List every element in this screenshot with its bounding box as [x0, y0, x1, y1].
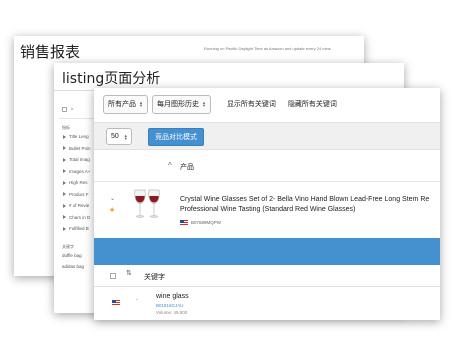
sidebar-item[interactable]: Bullet Poin [59, 146, 99, 158]
show-all-keywords-link[interactable]: 显示所有关键词 [227, 99, 276, 109]
sidebar-keyword[interactable]: adidas bag [59, 264, 99, 275]
sidebar-header: ^ [59, 93, 99, 119]
keyword-asin-link[interactable]: B01816GJAU [156, 303, 184, 308]
keyword-column-header: ⇅ 关键字 [94, 265, 440, 287]
us-flag-icon [180, 220, 188, 225]
caret-right-icon [63, 226, 66, 231]
sales-report-title: 销售报表 [20, 43, 81, 61]
keyword-select-all-checkbox[interactable] [110, 273, 116, 279]
product-header-label: 产品 [180, 164, 194, 171]
caret-right-icon [63, 215, 66, 220]
product-title-line2[interactable]: Professional Wine Tasting (Standard Red … [180, 206, 355, 213]
caret-right-icon [63, 146, 66, 151]
sidebar-keyword[interactable]: duffle bag [59, 253, 99, 264]
monthly-history-dropdown[interactable]: 每月图形历史 ▲ ▼ [151, 94, 211, 114]
sidebar-item[interactable]: Total Imag [59, 157, 99, 169]
sort-carets-icon: ▲ ▼ [123, 132, 128, 141]
action-bar: 50 ▲ ▼ 竞品对比模式 [94, 122, 440, 150]
sort-carets-icon: ▲ ▼ [201, 100, 206, 108]
product-column-header: ^ 产品 [94, 150, 440, 182]
sidebar-item[interactable]: Fulfilled B [59, 226, 99, 238]
keyword-volume: Volume: 49,500 [156, 310, 188, 315]
chevron-up-icon[interactable]: ^ [168, 161, 172, 170]
filter-toolbar: 所有产品 ▲ ▼ 每月图形历史 ▲ ▼ 显示所有关键词 隐藏所有关键词 [103, 94, 337, 114]
listing-analysis-title: listing页面分析 [62, 71, 161, 87]
sidebar-item[interactable]: Images A+ [59, 169, 99, 181]
select-all-checkbox[interactable] [62, 107, 67, 112]
all-products-dropdown[interactable]: 所有产品 ▲ ▼ [103, 94, 148, 114]
caret-right-icon [63, 180, 66, 185]
compare-mode-button[interactable]: 竞品对比模式 [148, 128, 204, 146]
keyword-rank: - [136, 297, 138, 303]
us-flag-icon [112, 300, 120, 305]
caret-right-icon [63, 203, 66, 208]
sidebar-group-metrics: 指标 [62, 125, 70, 130]
sidebar-group-keywords: 关键字 [62, 243, 74, 249]
sidebar-item[interactable]: High Res [59, 180, 99, 192]
caret-right-icon [63, 134, 66, 139]
product-title-line1[interactable]: Crystal Wine Glasses Set of 2- Bella Vin… [180, 196, 429, 203]
caret-right-icon [63, 157, 66, 162]
chevron-up-icon[interactable]: ^ [71, 108, 73, 114]
chevron-down-icon[interactable]: ⌄ [110, 195, 115, 202]
keyword-row[interactable]: - wine glass B01816GJAU Volume: 49,500 [94, 288, 440, 320]
sidebar-item[interactable]: # of Revie [59, 203, 99, 215]
product-asin: B07689MQPW [191, 220, 222, 225]
caret-right-icon [63, 169, 66, 174]
hide-all-keywords-link[interactable]: 隐藏所有关键词 [288, 99, 337, 109]
sort-carets-icon[interactable]: ⇅ [126, 269, 132, 277]
keyword-text[interactable]: wine glass [156, 293, 189, 300]
star-icon[interactable]: ★ [109, 206, 115, 214]
product-analysis-window: 所有产品 ▲ ▼ 每月图形历史 ▲ ▼ 显示所有关键词 隐藏所有关键词 50 ▲ ▼ … [94, 88, 440, 320]
keyword-header-label: 关键字 [144, 274, 165, 281]
caret-right-icon [63, 192, 66, 197]
sidebar-item[interactable]: Title Leng [59, 134, 99, 146]
sidebar-item[interactable]: Chars in D [59, 215, 99, 227]
timezone-note: Running on Pacific Daylight Time as Amaz… [204, 46, 331, 51]
sidebar-item[interactable]: Product F [59, 192, 99, 204]
product-highlight-bar [94, 238, 440, 265]
sidebar: ^ 指标 Title Leng Bullet Poin Total Imag I… [59, 93, 99, 313]
page-size-select[interactable]: 50 ▲ ▼ [106, 128, 132, 145]
wine-glasses-image [134, 189, 160, 218]
product-row[interactable]: ⌄ ★ Crystal Wine Glasses Set of 2- Bella… [94, 182, 440, 238]
sort-carets-icon: ▲ ▼ [139, 100, 143, 108]
product-asin-row: B07689MQPW [180, 220, 221, 225]
